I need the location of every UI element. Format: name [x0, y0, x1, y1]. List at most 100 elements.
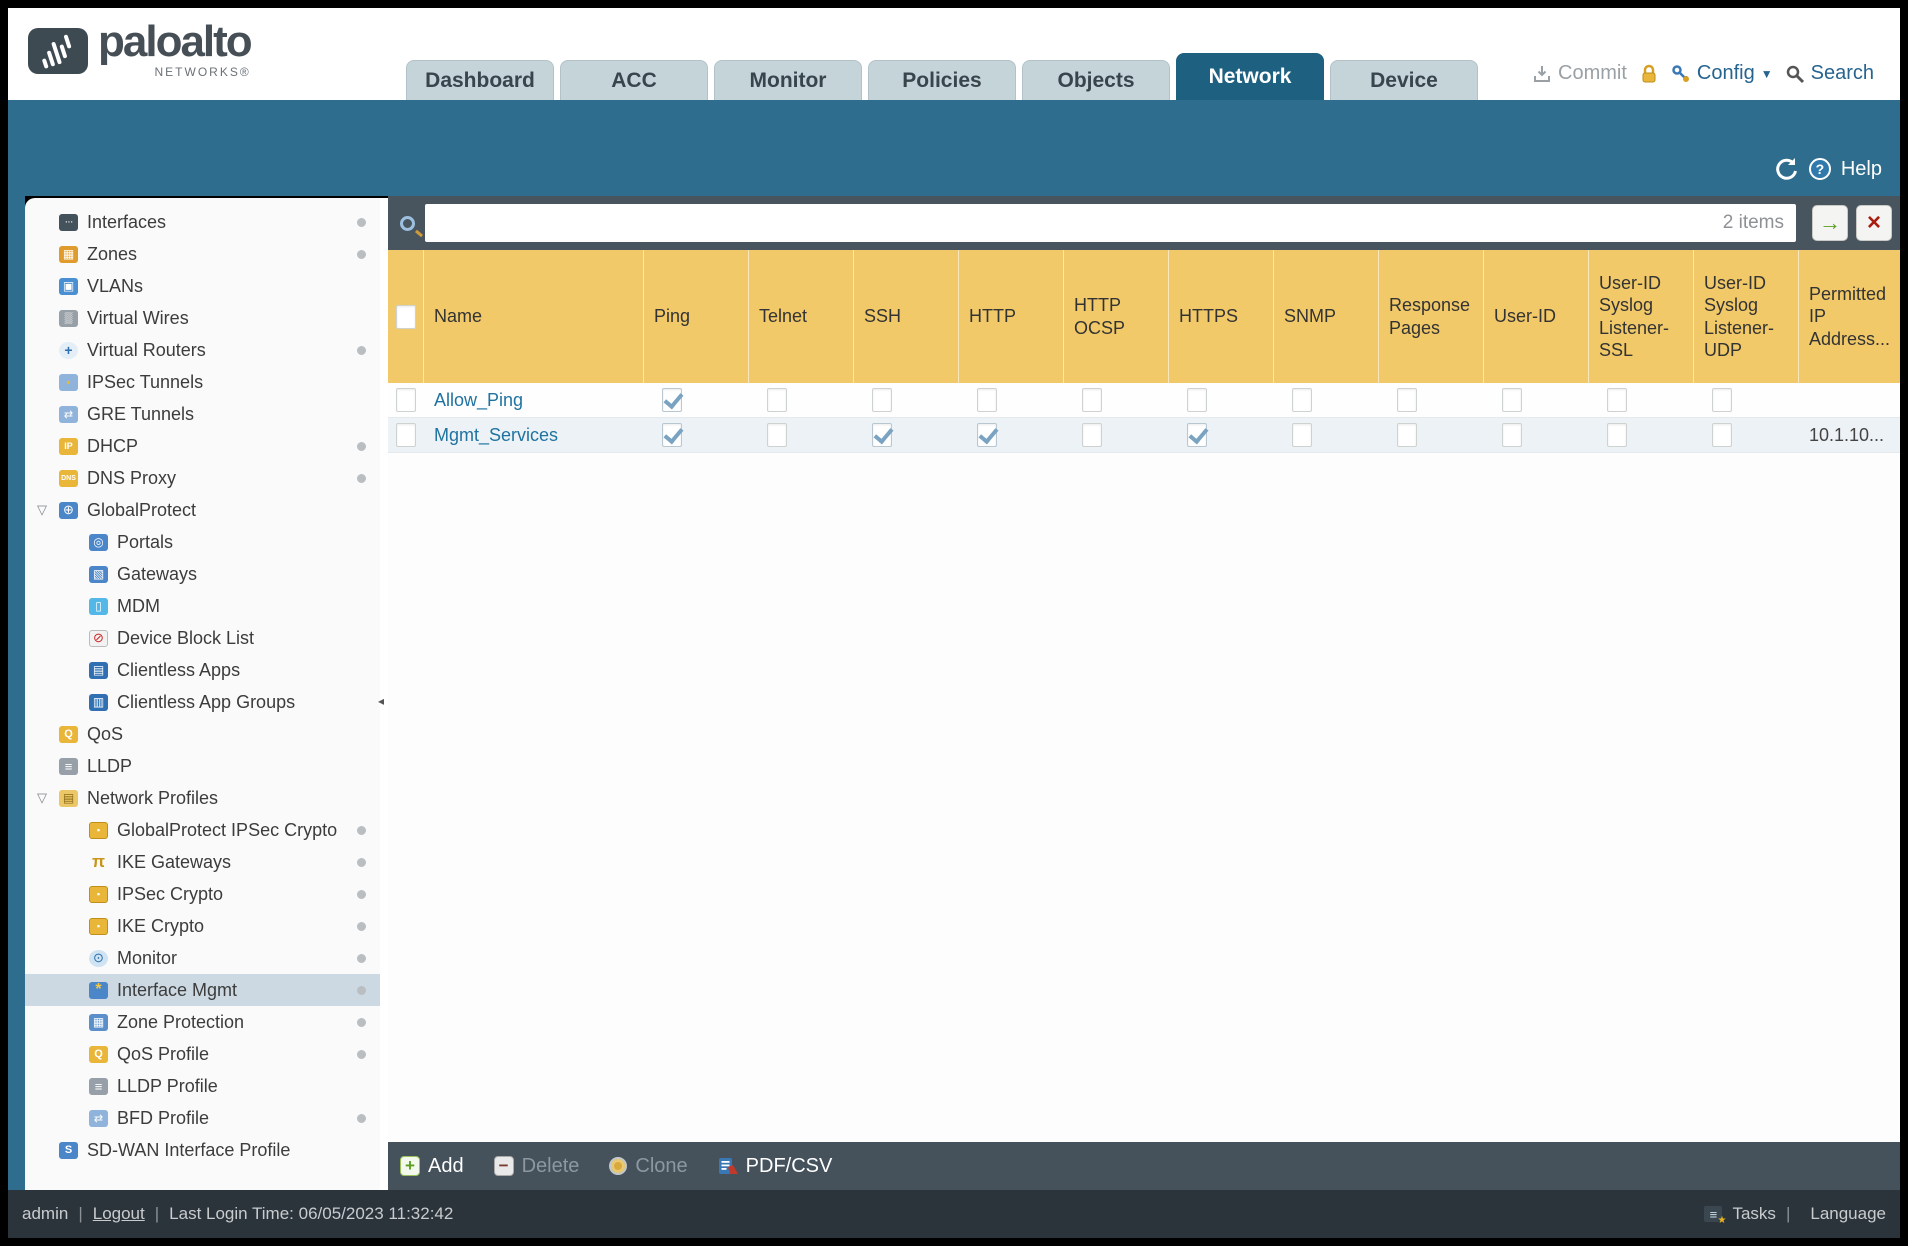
row-checkbox[interactable]: [396, 423, 416, 447]
snmp-checkbox: [1292, 388, 1312, 412]
virtual-routers-icon: +: [59, 341, 78, 359]
sidebar-item-network-profiles[interactable]: ▽ ▤ Network Profiles: [25, 782, 380, 814]
sidebar-item-lldp-profile[interactable]: ≡ LLDP Profile: [25, 1070, 380, 1102]
delete-button[interactable]: − Delete: [493, 1155, 579, 1178]
sdwan-icon: S: [59, 1141, 78, 1159]
header-actions: Commit Config ▼ Search: [1532, 62, 1874, 85]
column-header-response-pages[interactable]: Response Pages: [1379, 250, 1484, 383]
pdf-csv-button[interactable]: PDF/CSV: [718, 1155, 832, 1178]
tab-acc[interactable]: ACC: [560, 60, 708, 100]
profile-link[interactable]: Allow_Ping: [434, 390, 523, 411]
sidebar-item-clientless-app-groups[interactable]: ▥ Clientless App Groups: [25, 686, 380, 718]
config-menu[interactable]: Config ▼: [1671, 62, 1773, 85]
uid-syslog-ssl-checkbox: [1607, 423, 1627, 447]
sidebar-item-monitor[interactable]: ⊙ Monitor: [25, 942, 380, 974]
monitor-icon: ⊙: [89, 949, 108, 967]
interfaces-icon: ···: [59, 213, 78, 231]
sidebar-item-ike-gateways[interactable]: π IKE Gateways: [25, 846, 380, 878]
tab-device[interactable]: Device: [1330, 60, 1478, 100]
select-all-checkbox[interactable]: [395, 304, 416, 329]
lock-icon[interactable]: [1639, 63, 1659, 85]
column-header-user-id[interactable]: User-ID: [1484, 250, 1589, 383]
drag-dot: [357, 921, 366, 931]
column-header-http-ocsp[interactable]: HTTP OCSP: [1064, 250, 1169, 383]
sidebar-item-gre-tunnels[interactable]: ⇄ GRE Tunnels: [25, 398, 380, 430]
sidebar-item-ipsec-crypto[interactable]: ▪ IPSec Crypto: [25, 878, 380, 910]
filter-input[interactable]: [425, 204, 1796, 242]
uid-syslog-udp-checkbox: [1712, 388, 1732, 412]
portals-icon: ◎: [89, 533, 108, 551]
refresh-icon[interactable]: [1773, 156, 1799, 182]
sidebar-item-vlans[interactable]: ▣ VLANs: [25, 270, 380, 302]
tab-network[interactable]: Network: [1176, 53, 1324, 100]
column-header-uid-syslog-udp[interactable]: User-ID Syslog Listener-UDP: [1694, 250, 1799, 383]
sidebar-item-ike-crypto[interactable]: ▪ IKE Crypto: [25, 910, 380, 942]
sidebar-divider: ◂: [378, 198, 388, 1190]
tab-policies[interactable]: Policies: [868, 60, 1016, 100]
sidebar-item-zones[interactable]: ▦ Zones: [25, 238, 380, 270]
sidebar-item-virtual-routers[interactable]: + Virtual Routers: [25, 334, 380, 366]
sidebar-item-qos-profile[interactable]: Q QoS Profile: [25, 1038, 380, 1070]
sidebar-item-gateways[interactable]: ▧ Gateways: [25, 558, 380, 590]
sidebar-item-bfd-profile[interactable]: ⇄ BFD Profile: [25, 1102, 380, 1134]
column-header-name[interactable]: Name: [424, 250, 644, 383]
sidebar-item-qos[interactable]: Q QoS: [25, 718, 380, 750]
sidebar-item-globalprotect-ipsec-crypto[interactable]: ▪ GlobalProtect IPSec Crypto: [25, 814, 380, 846]
sidebar-item-clientless-apps[interactable]: ▤ Clientless Apps: [25, 654, 380, 686]
apply-filter-button[interactable]: →: [1812, 205, 1848, 241]
column-header-snmp[interactable]: SNMP: [1274, 250, 1379, 383]
sidebar-collapse-icon[interactable]: ◂: [378, 694, 384, 708]
clear-filter-button[interactable]: ×: [1856, 205, 1892, 241]
expander-icon[interactable]: ▽: [37, 502, 47, 518]
drag-dot: [357, 857, 366, 867]
sidebar-item-interfaces[interactable]: ··· Interfaces: [25, 206, 380, 238]
add-button[interactable]: + Add: [400, 1155, 464, 1178]
commit-button[interactable]: Commit: [1532, 62, 1627, 85]
column-header-ping[interactable]: Ping: [644, 250, 749, 383]
sidebar-item-mdm[interactable]: ▯ MDM: [25, 590, 380, 622]
tab-objects[interactable]: Objects: [1022, 60, 1170, 100]
sidebar-item-lldp[interactable]: ≡ LLDP: [25, 750, 380, 782]
sidebar-item-sdwan-interface-profile[interactable]: S SD-WAN Interface Profile: [25, 1134, 380, 1166]
sidebar-item-zone-protection[interactable]: ▦ Zone Protection: [25, 1006, 380, 1038]
sidebar-item-virtual-wires[interactable]: ▒ Virtual Wires: [25, 302, 380, 334]
sidebar-item-globalprotect[interactable]: ▽ ⊕ GlobalProtect: [25, 494, 380, 526]
sidebar-item-portals[interactable]: ◎ Portals: [25, 526, 380, 558]
tab-dashboard[interactable]: Dashboard: [406, 60, 554, 100]
ping-checkbox: [662, 423, 682, 447]
filter-bar: 2 items → ×: [388, 196, 1900, 250]
column-header-telnet[interactable]: Telnet: [749, 250, 854, 383]
lldp-icon: ≡: [59, 757, 78, 775]
items-count: 2 items: [1722, 212, 1784, 233]
mdm-icon: ▯: [89, 597, 108, 615]
sidebar-item-ipsec-tunnels[interactable]: ▪ IPSec Tunnels: [25, 366, 380, 398]
help-icon[interactable]: ?: [1808, 158, 1831, 180]
search-button[interactable]: Search: [1785, 62, 1874, 85]
tasks-link[interactable]: Tasks: [1732, 1204, 1775, 1224]
column-header-ssh[interactable]: SSH: [854, 250, 959, 383]
tab-monitor[interactable]: Monitor: [714, 60, 862, 100]
column-header-http[interactable]: HTTP: [959, 250, 1064, 383]
clientless-apps-icon: ▤: [89, 661, 108, 679]
sidebar-item-dhcp[interactable]: IP DHCP: [25, 430, 380, 462]
sidebar-item-device-block-list[interactable]: ⊘ Device Block List: [25, 622, 380, 654]
logout-link[interactable]: Logout: [93, 1204, 145, 1224]
telnet-checkbox: [767, 423, 787, 447]
drag-dot: [357, 1049, 366, 1059]
column-header-uid-syslog-ssl[interactable]: User-ID Syslog Listener-SSL: [1589, 250, 1694, 383]
drag-dot: [357, 1017, 366, 1027]
profile-link[interactable]: Mgmt_Services: [434, 425, 558, 446]
language-link[interactable]: Language: [1810, 1204, 1886, 1224]
column-header-permitted-ip[interactable]: Permitted IP Address...: [1799, 250, 1900, 383]
sidebar-item-interface-mgmt[interactable]: * Interface Mgmt: [25, 974, 380, 1006]
interface-mgmt-icon: *: [89, 981, 108, 999]
top-header: paloalto NETWORKS® Dashboard ACC Monitor…: [8, 8, 1900, 100]
https-checkbox: [1187, 423, 1207, 447]
column-header-https[interactable]: HTTPS: [1169, 250, 1274, 383]
search-icon: [1786, 65, 1804, 83]
sidebar-item-dns-proxy[interactable]: DNS DNS Proxy: [25, 462, 380, 494]
row-checkbox[interactable]: [396, 388, 416, 412]
last-login-time: Last Login Time: 06/05/2023 11:32:42: [169, 1204, 454, 1223]
expander-icon[interactable]: ▽: [37, 790, 47, 806]
clone-button[interactable]: Clone: [609, 1155, 688, 1178]
